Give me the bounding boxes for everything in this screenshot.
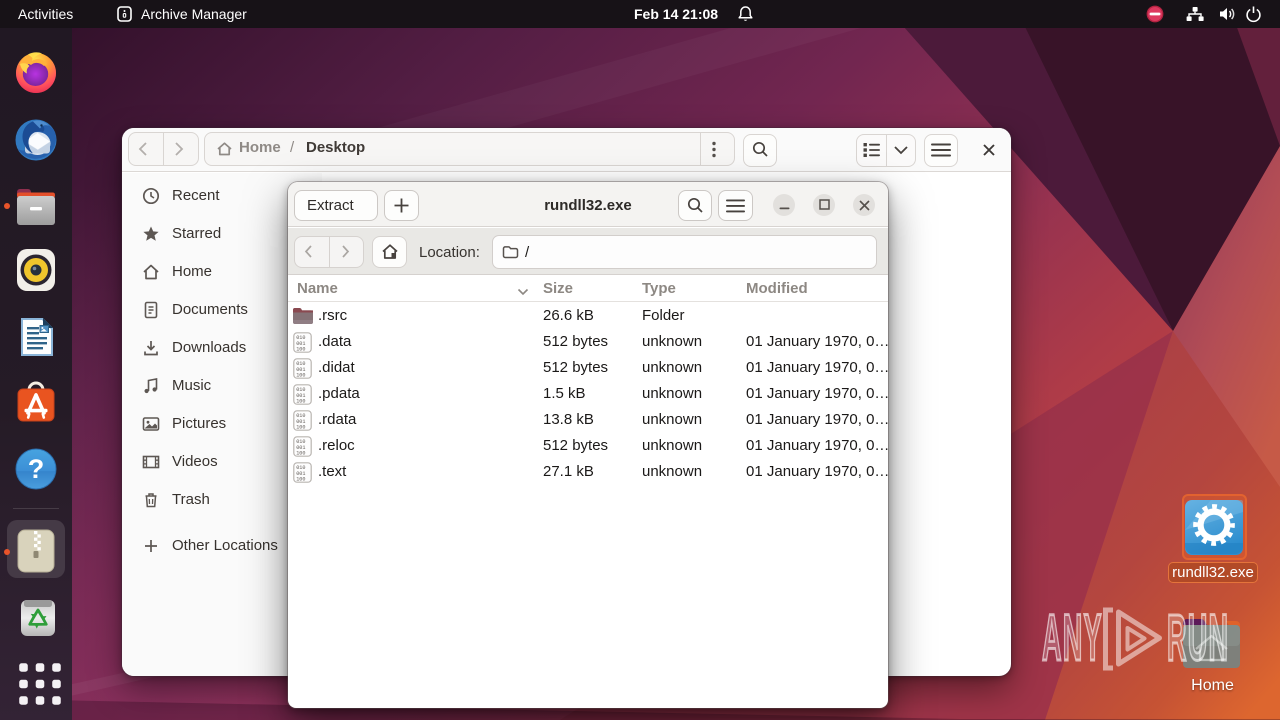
svg-text:RUN: RUN <box>1167 600 1229 675</box>
svg-text:?: ? <box>28 454 45 484</box>
svg-text:ANY: ANY <box>1042 600 1103 675</box>
